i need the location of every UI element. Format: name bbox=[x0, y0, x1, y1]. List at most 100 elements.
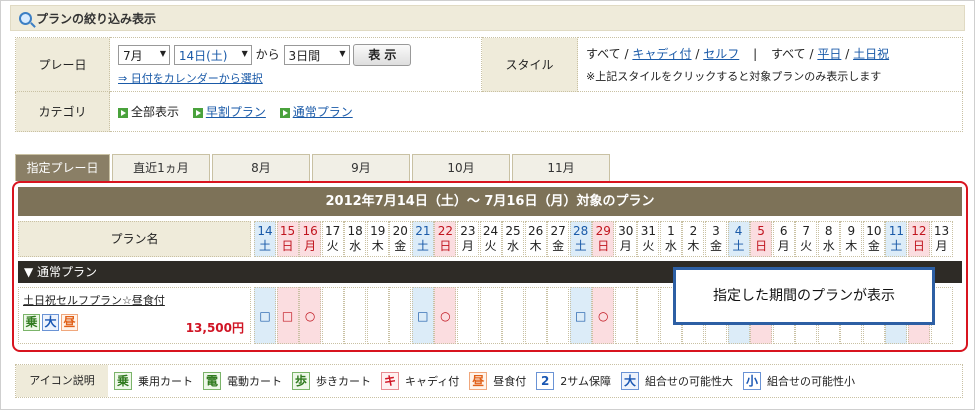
icon-legend: アイコン説明 乗乗用カート電電動カート歩歩きカートキキャディ付昼昼食付 2 2サム保… bbox=[15, 364, 963, 398]
day-weekday: 日 bbox=[439, 239, 452, 253]
day-weekday: 火 bbox=[326, 239, 339, 253]
legend-den-icon: 電 bbox=[203, 372, 221, 390]
day-number: 31 bbox=[640, 224, 656, 238]
day-number: 21 bbox=[415, 224, 431, 238]
availability-cell bbox=[502, 287, 525, 344]
day-weekday: 火 bbox=[800, 239, 813, 253]
day-header-cell: 9木 bbox=[840, 221, 863, 257]
legend-item: 乗乗用カート bbox=[114, 372, 193, 390]
day-weekday: 木 bbox=[687, 239, 700, 253]
day-weekday: 日 bbox=[912, 239, 925, 253]
day-weekday: 水 bbox=[664, 239, 677, 253]
legend-label: 組合せの可能性大 bbox=[645, 375, 734, 388]
day-number: 5 bbox=[757, 224, 765, 238]
day-weekday: 月 bbox=[777, 239, 790, 253]
cat-all[interactable]: 全部表示 bbox=[131, 105, 179, 119]
tab-aug[interactable]: 8月 bbox=[212, 154, 310, 181]
day-number: 11 bbox=[888, 224, 905, 238]
availability-cell bbox=[614, 287, 637, 344]
day-weekday: 土 bbox=[416, 239, 429, 253]
callout-box: 指定した期間のプランが表示 bbox=[673, 267, 935, 325]
style-self-link[interactable]: セルフ bbox=[703, 47, 739, 61]
from-text: から bbox=[255, 47, 280, 61]
availability-cell[interactable]: ○ bbox=[434, 287, 457, 344]
period-select[interactable]: 3日間 bbox=[283, 44, 350, 65]
availability-cell bbox=[366, 287, 389, 344]
page-frame: プランの絞り込み表示 プレー日 7月 14日(土) から 3日間 表 示 ⇒ 日… bbox=[0, 0, 975, 410]
panel-title: 2012年7月14日（土）～ 7月16日（月）対象のプラン bbox=[18, 187, 962, 216]
day-header-cell: 29 日 bbox=[592, 221, 615, 257]
day-header-cell: 20 金 bbox=[389, 221, 412, 257]
availability-cell[interactable]: ○ bbox=[299, 287, 322, 344]
tab-designated[interactable]: 指定プレー日 bbox=[15, 154, 110, 181]
legend-item: 2 2サム保障 bbox=[536, 372, 611, 390]
day-weekday: 金 bbox=[709, 239, 722, 253]
day-header-cell: 13 月 bbox=[930, 221, 953, 257]
legend-title: アイコン説明 bbox=[16, 365, 108, 397]
day-number: 9 bbox=[847, 224, 856, 238]
legend-item: 昼昼食付 bbox=[469, 372, 526, 390]
day-header-cell: 7火 bbox=[795, 221, 818, 257]
day-weekday: 土 bbox=[574, 239, 587, 253]
days-header: プラン名 14 土 15 日 16 月 17 火 18 水 19 木 20 金 21 土 22 日 23 月 24 火 25… bbox=[18, 221, 962, 257]
day-weekday: 火 bbox=[484, 239, 497, 253]
availability-cell[interactable]: □ bbox=[569, 287, 592, 344]
tab-sep[interactable]: 9月 bbox=[312, 154, 410, 181]
calendar-link[interactable]: ⇒ 日付をカレンダーから選択 bbox=[118, 72, 263, 85]
availability-cell[interactable]: ○ bbox=[592, 287, 615, 344]
legend-ni-icon: 2 bbox=[536, 372, 555, 390]
day-header-cell: 24 火 bbox=[479, 221, 502, 257]
day-weekday: 土 bbox=[258, 239, 271, 253]
day-weekday: 水 bbox=[349, 239, 362, 253]
style-holiday-link[interactable]: 土日祝 bbox=[853, 47, 889, 61]
legend-label: 乗用カート bbox=[138, 375, 193, 388]
day-number: 25 bbox=[505, 224, 521, 238]
plan-name-link[interactable]: 土日祝セルフプラン☆昼食付 bbox=[23, 294, 165, 307]
day-header-cell: 19 木 bbox=[366, 221, 389, 257]
filter-table: プレー日 7月 14日(土) から 3日間 表 示 ⇒ 日付をカレンダーから選択… bbox=[15, 37, 963, 132]
month-select[interactable]: 7月 bbox=[118, 44, 170, 65]
day-number: 2 bbox=[689, 224, 698, 238]
day-weekday: 金 bbox=[867, 239, 880, 253]
style-all-1[interactable]: すべて / bbox=[586, 47, 629, 61]
big-chance-icon: 大 bbox=[42, 314, 59, 331]
availability-cell[interactable]: □ bbox=[254, 287, 276, 344]
style-slash-1: / bbox=[695, 47, 700, 61]
day-header-cell: 28 土 bbox=[569, 221, 592, 257]
show-button[interactable]: 表 示 bbox=[353, 43, 412, 66]
day-header-cell: 23 月 bbox=[456, 221, 479, 257]
availability-cell bbox=[637, 287, 660, 344]
day-header-cell: 16 月 bbox=[299, 221, 322, 257]
style-all-2[interactable]: すべて / bbox=[771, 47, 814, 61]
day-number: 30 bbox=[618, 224, 634, 238]
filter-title: プランの絞り込み表示 bbox=[36, 11, 157, 26]
day-number: 29 bbox=[595, 224, 611, 238]
cat-early-link[interactable]: 早割プラン bbox=[206, 105, 266, 119]
legend-jo-icon: 乗 bbox=[114, 372, 132, 390]
day-number: 27 bbox=[550, 224, 566, 238]
day-header-cell: 6月 bbox=[772, 221, 795, 257]
style-weekday-link[interactable]: 平日 bbox=[817, 47, 841, 61]
day-header-cell: 10 金 bbox=[862, 221, 885, 257]
tab-oct[interactable]: 10月 bbox=[412, 154, 510, 181]
day-header-cell: 18 水 bbox=[344, 221, 367, 257]
day-weekday: 木 bbox=[371, 239, 384, 253]
cat-normal-link[interactable]: 通常プラン bbox=[293, 105, 353, 119]
availability-cell[interactable]: □ bbox=[276, 287, 299, 344]
style-caddy-link[interactable]: キャディ付 bbox=[632, 47, 691, 61]
category-controls: 全部表示 早割プラン 通常プラン bbox=[109, 91, 963, 132]
play-day-controls: 7月 14日(土) から 3日間 表 示 ⇒ 日付をカレンダーから選択 bbox=[109, 37, 482, 92]
day-header-cell: 17 火 bbox=[321, 221, 344, 257]
day-number: 10 bbox=[866, 224, 882, 238]
style-controls: すべて / キャディ付 / セルフ | すべて / 平日 / 土日祝 ※上記スタ… bbox=[577, 37, 963, 92]
tab-recent-month[interactable]: 直近1ヵ月 bbox=[112, 154, 210, 181]
availability-cell[interactable]: □ bbox=[411, 287, 434, 344]
plan-price: 13,500円 bbox=[185, 321, 244, 335]
plan-name-header: プラン名 bbox=[18, 221, 251, 257]
legend-label: キャディ付 bbox=[405, 375, 460, 388]
day-weekday: 日 bbox=[755, 239, 768, 253]
day-header-cell: 2木 bbox=[682, 221, 705, 257]
day-number: 8 bbox=[824, 224, 833, 238]
day-select[interactable]: 14日(土) bbox=[173, 44, 252, 65]
tab-nov[interactable]: 11月 bbox=[512, 154, 610, 181]
